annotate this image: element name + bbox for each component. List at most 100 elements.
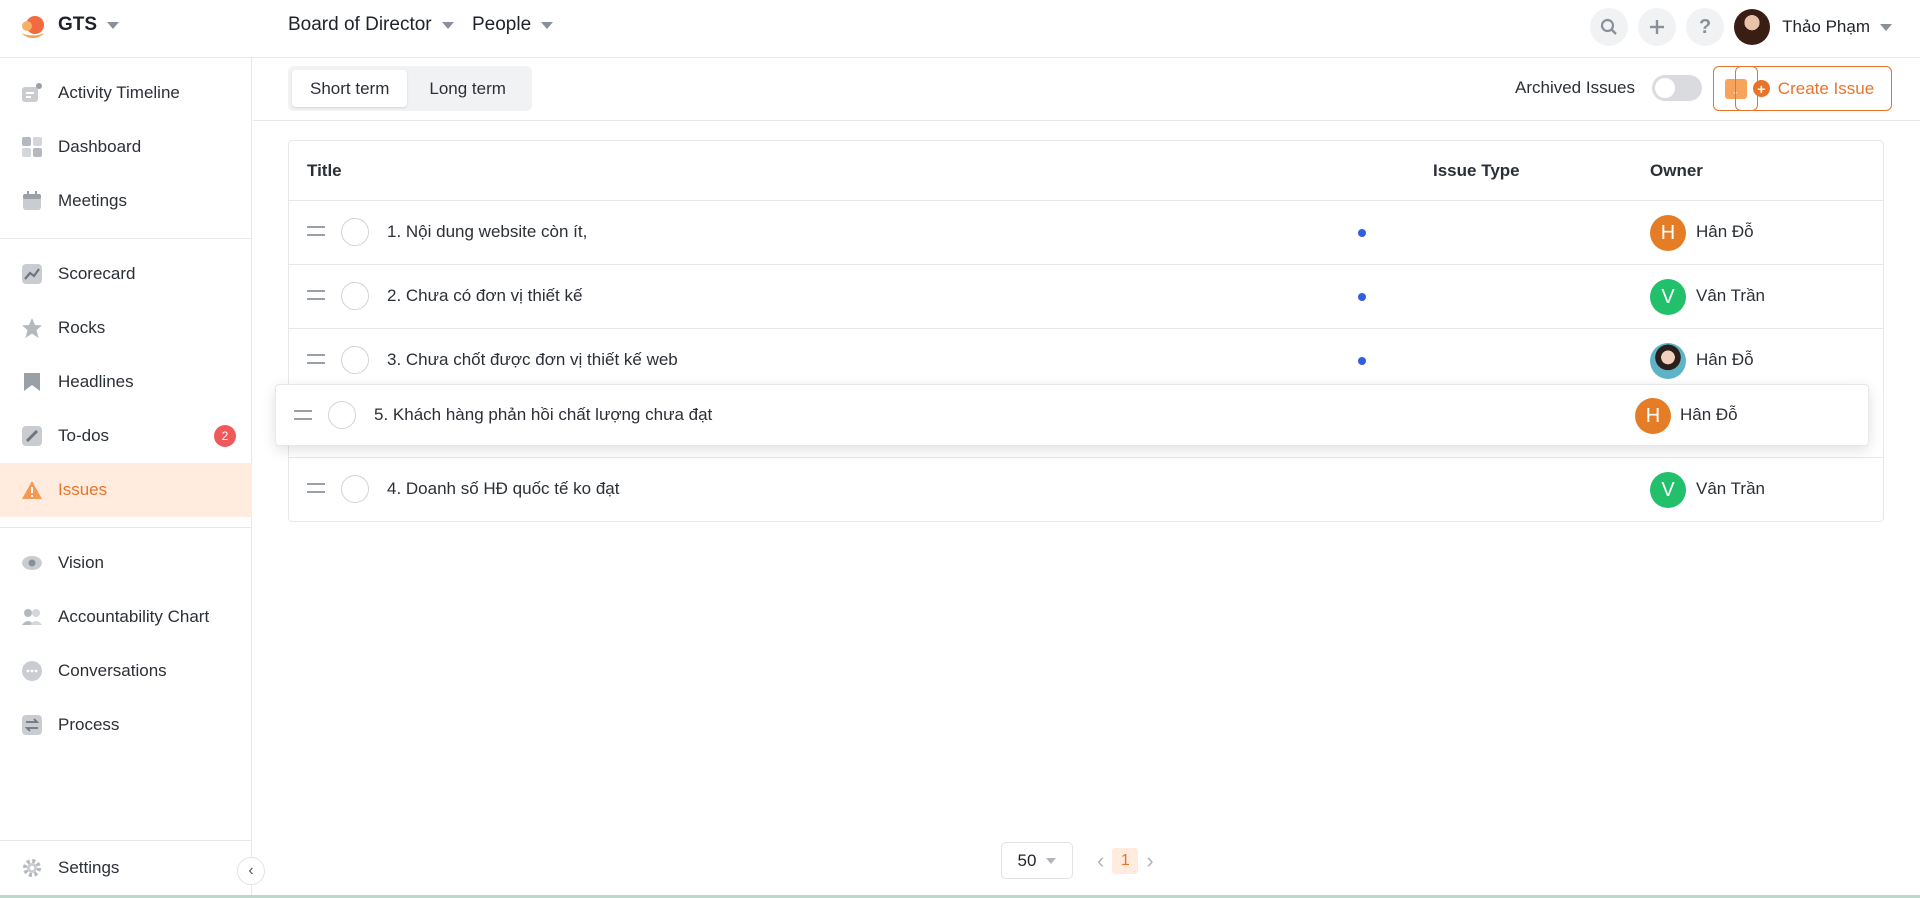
issue-type-dot xyxy=(1358,357,1366,365)
sidebar-item-label: Accountability Chart xyxy=(58,607,210,626)
sidebar-item-scorecard[interactable]: Scorecard xyxy=(0,247,252,301)
user-menu[interactable]: Thảo Phạm xyxy=(1782,17,1892,37)
team-selector[interactable]: Board of Director xyxy=(288,14,454,36)
issue-title[interactable]: 4. Doanh số HĐ quốc tế ko đạt xyxy=(387,479,619,499)
archived-issues-toggle[interactable] xyxy=(1652,75,1702,101)
resolve-checkbox[interactable] xyxy=(341,346,369,374)
sidebar-collapse-button[interactable]: ‹ xyxy=(237,857,265,885)
issues-table: Title Issue Type Owner 1. Nội dung websi… xyxy=(288,140,1884,522)
help-icon: ? xyxy=(1699,15,1712,38)
current-page[interactable]: 1 xyxy=(1112,847,1139,874)
avatar: H xyxy=(1650,215,1686,251)
sidebar-item-activity-timeline[interactable]: Activity Timeline xyxy=(0,66,252,120)
drag-handle-icon[interactable] xyxy=(307,290,325,300)
avatar xyxy=(1650,343,1686,379)
sidebar-item-accountability-chart[interactable]: Accountability Chart xyxy=(0,590,252,644)
owner-name: Vân Trần xyxy=(1696,479,1765,498)
sidebar-item-label: Activity Timeline xyxy=(58,83,180,102)
issue-title[interactable]: 5. Khách hàng phản hồi chất lượng chưa đ… xyxy=(374,405,712,425)
plus-circle-icon: + xyxy=(1752,80,1770,97)
sidebar-item-rocks[interactable]: Rocks xyxy=(0,301,252,355)
table-row[interactable]: 1. Nội dung website còn ít, H Hân Đỗ xyxy=(289,200,1883,264)
table-row[interactable]: 2. Chưa có đơn vị thiết kế V Vân Trần xyxy=(289,264,1883,328)
help-button[interactable]: ? xyxy=(1686,8,1725,46)
dashboard-icon xyxy=(20,135,44,159)
process-icon xyxy=(20,713,44,737)
search-button[interactable] xyxy=(1590,8,1629,46)
sidebar-item-label: To-dos xyxy=(58,426,110,445)
pagination: 50 ‹ 1 › xyxy=(1001,842,1154,879)
sidebar-item-label: Dashboard xyxy=(58,137,142,156)
page-size-value: 50 xyxy=(1017,850,1037,870)
chevron-down-icon xyxy=(1880,23,1892,31)
eye-icon xyxy=(20,551,44,575)
column-header-title[interactable]: Title xyxy=(307,141,342,201)
resolve-checkbox[interactable] xyxy=(341,218,369,246)
drag-handle-icon[interactable] xyxy=(307,354,325,364)
sidebar-divider xyxy=(0,238,252,239)
sidebar-item-settings[interactable]: Settings xyxy=(0,841,252,895)
issue-title[interactable]: 1. Nội dung website còn ít, xyxy=(387,222,587,242)
issue-type-dot xyxy=(1358,293,1366,301)
pencil-icon xyxy=(20,424,44,448)
user-name: Thảo Phạm xyxy=(1782,17,1870,36)
avatar[interactable] xyxy=(1734,9,1771,45)
owner-name: Hân Đỗ xyxy=(1696,350,1754,369)
top-bar: GTS Board of Director People ? Thảo Phạm xyxy=(0,0,1920,58)
owner-name: Hân Đỗ xyxy=(1680,405,1738,424)
resolve-checkbox[interactable] xyxy=(328,401,356,429)
create-issue-button[interactable]: + Create Issue xyxy=(1735,66,1892,111)
org-name: GTS xyxy=(58,14,98,35)
chevron-down-icon xyxy=(107,21,120,29)
chevron-left-icon: ‹ xyxy=(248,862,254,879)
org-switcher[interactable]: GTS xyxy=(58,14,120,36)
chevron-down-icon xyxy=(1046,857,1057,864)
drag-handle-icon[interactable] xyxy=(307,483,325,493)
sidebar-divider xyxy=(0,527,252,528)
owner-name: Hân Đỗ xyxy=(1696,222,1754,241)
sidebar-item-label: Vision xyxy=(58,553,104,572)
calendar-icon xyxy=(20,189,44,213)
column-header-owner[interactable]: Owner xyxy=(1650,141,1703,201)
star-icon xyxy=(20,316,44,340)
sidebar-item-vision[interactable]: Vision xyxy=(0,536,252,590)
sidebar-item-todos[interactable]: To-dos 2 xyxy=(0,409,252,463)
sidebar-item-issues[interactable]: Issues xyxy=(0,463,252,517)
issue-title[interactable]: 3. Chưa chốt được đơn vị thiết kế web xyxy=(387,350,678,370)
add-button[interactable] xyxy=(1638,8,1677,46)
section-selector[interactable]: People xyxy=(472,14,554,36)
issue-title[interactable]: 2. Chưa có đơn vị thiết kế xyxy=(387,286,582,306)
sidebar-item-headlines[interactable]: Headlines xyxy=(0,355,252,409)
chevron-left-icon[interactable]: ‹ xyxy=(1097,848,1104,874)
table-row[interactable]: 4. Doanh số HĐ quốc tế ko đạt V Vân Trần xyxy=(289,457,1883,521)
drag-handle-icon[interactable] xyxy=(294,410,312,420)
gear-icon xyxy=(20,856,44,880)
tab-long-term[interactable]: Long term xyxy=(411,70,524,107)
sidebar-item-meetings[interactable]: Meetings xyxy=(0,174,252,228)
dragging-table-row[interactable]: 5. Khách hàng phản hồi chất lượng chưa đ… xyxy=(275,384,1869,446)
tab-short-term[interactable]: Short term xyxy=(292,70,408,107)
column-header-issue-type[interactable]: Issue Type xyxy=(1433,141,1520,201)
app-logo-icon[interactable] xyxy=(18,13,48,43)
sidebar-item-label: Issues xyxy=(58,480,108,499)
resolve-checkbox[interactable] xyxy=(341,475,369,503)
chevron-right-icon[interactable]: › xyxy=(1146,848,1153,874)
issues-toolbar: Short term Long term Archived Issues ↓ +… xyxy=(253,58,1920,121)
drag-handle-icon[interactable] xyxy=(307,226,325,236)
chevron-down-icon xyxy=(541,21,554,29)
sidebar-item-process[interactable]: Process xyxy=(0,698,252,752)
chat-icon xyxy=(20,659,44,683)
resolve-checkbox[interactable] xyxy=(341,282,369,310)
page-size-select[interactable]: 50 xyxy=(1001,842,1073,879)
sidebar-item-label: Headlines xyxy=(58,372,134,391)
archived-issues-label: Archived Issues xyxy=(1515,78,1635,97)
search-icon xyxy=(1601,18,1617,35)
sidebar-item-conversations[interactable]: Conversations xyxy=(0,644,252,698)
sidebar-item-label: Settings xyxy=(58,858,120,877)
sidebar-item-dashboard[interactable]: Dashboard xyxy=(0,120,252,174)
section-name: People xyxy=(472,14,532,35)
sidebar: Activity Timeline Dashboard Meetings Sco… xyxy=(0,58,252,898)
table-row[interactable]: 3. Chưa chốt được đơn vị thiết kế web Hâ… xyxy=(289,328,1883,392)
timeline-icon xyxy=(20,81,44,105)
plus-icon xyxy=(1650,20,1665,34)
